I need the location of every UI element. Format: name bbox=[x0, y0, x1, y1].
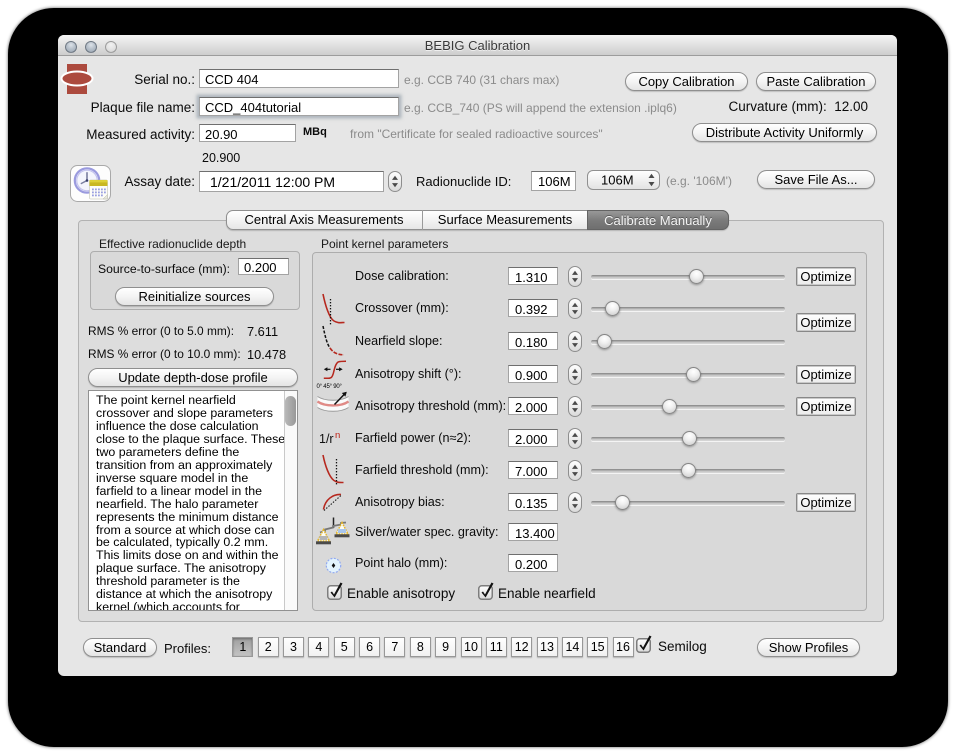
svg-text:n: n bbox=[335, 430, 340, 441]
svg-text:0° 45° 90°: 0° 45° 90° bbox=[317, 384, 343, 390]
svg-text:106M: 106M bbox=[601, 173, 634, 188]
svg-text:1/r: 1/r bbox=[319, 432, 334, 446]
